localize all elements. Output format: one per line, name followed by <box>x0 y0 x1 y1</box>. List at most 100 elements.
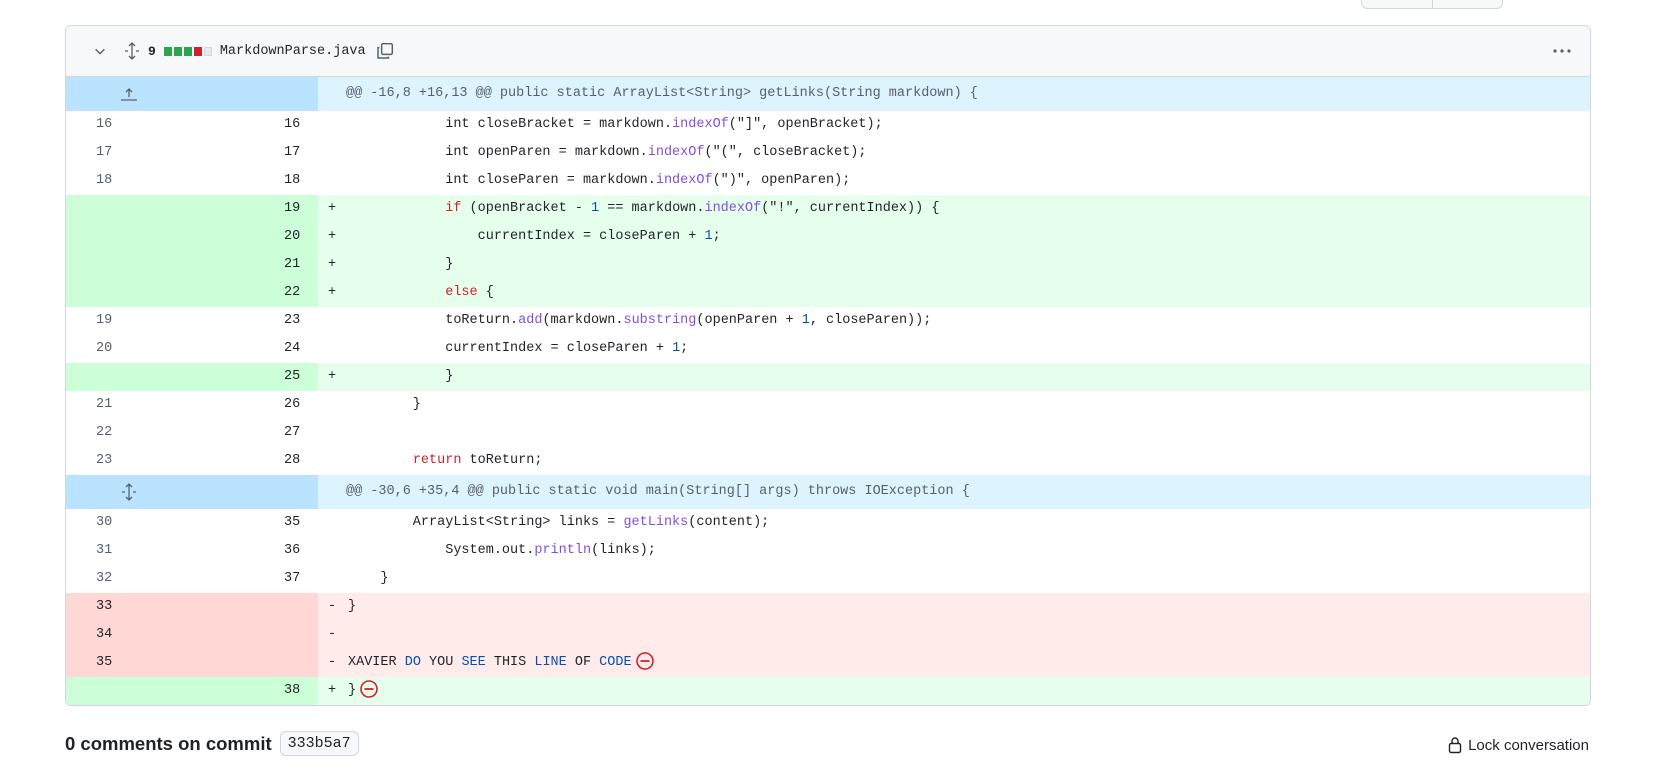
new-line-number[interactable]: 16 <box>192 111 318 139</box>
old-line-number[interactable] <box>66 677 192 705</box>
diff-lines-2: 30 35 ArrayList<String> links = getLinks(… <box>66 509 1590 705</box>
diff-line-ctx: 30 35 ArrayList<String> links = getLinks(… <box>66 509 1590 537</box>
diff-line-ctx: 31 36 System.out.println(links); <box>66 537 1590 565</box>
old-line-number[interactable] <box>66 195 192 223</box>
lock-conversation-button[interactable]: Lock conversation <box>1448 736 1589 754</box>
diff-line-ctx: 20 24 currentIndex = closeParen + 1; <box>66 335 1590 363</box>
diff-marker <box>318 307 348 335</box>
commit-sha[interactable]: 333b5a7 <box>279 731 359 756</box>
diff-marker: + <box>328 369 337 384</box>
diff-line-del: 33 -} <box>66 593 1590 621</box>
new-line-number[interactable]: 38 <box>192 677 318 705</box>
diff-marker: + <box>328 257 337 272</box>
old-line-number[interactable]: 17 <box>66 139 192 167</box>
diff-line-add: 38 +} <box>66 677 1590 705</box>
old-line-number[interactable]: 20 <box>66 335 192 363</box>
code-line: return toReturn; <box>318 447 1590 475</box>
diff-marker: - <box>328 599 337 614</box>
old-line-number[interactable]: 19 <box>66 307 192 335</box>
lock-icon <box>1448 736 1462 754</box>
hunk-header-text: @@ -16,8 +16,13 @@ public static ArrayLi… <box>346 86 978 101</box>
no-newline-icon <box>632 652 655 671</box>
code-line: currentIndex = closeParen + 1; <box>318 335 1590 363</box>
new-line-number[interactable]: 18 <box>192 167 318 195</box>
old-line-number[interactable]: 32 <box>66 565 192 593</box>
old-line-number[interactable]: 23 <box>66 447 192 475</box>
new-line-number[interactable]: 22 <box>192 279 318 307</box>
new-line-number[interactable]: 26 <box>192 391 318 419</box>
code-line: } <box>318 565 1590 593</box>
comments-label: 0 comments on commit <box>65 732 272 754</box>
new-line-number[interactable]: 35 <box>192 509 318 537</box>
diff-marker: - <box>328 655 337 670</box>
old-line-number[interactable] <box>66 251 192 279</box>
diff-line-ctx: 18 18 int closeParen = markdown.indexOf("… <box>66 167 1590 195</box>
diff-marker <box>318 419 348 447</box>
old-line-number[interactable]: 16 <box>66 111 192 139</box>
new-line-number[interactable]: 25 <box>192 363 318 391</box>
old-line-number[interactable]: 33 <box>66 593 192 621</box>
code-line: int closeParen = markdown.indexOf(")", o… <box>318 167 1590 195</box>
expand-icon[interactable] <box>66 475 318 509</box>
diff-marker <box>318 509 348 537</box>
diff-marker: + <box>328 285 337 300</box>
no-newline-icon <box>356 680 379 699</box>
diff-marker: + <box>328 683 337 698</box>
new-line-number[interactable]: 28 <box>192 447 318 475</box>
diff-file: 9 MarkdownParse.java @@ -16,8 +16,13 @@ … <box>65 25 1591 706</box>
diffstat <box>163 46 214 56</box>
top-segmented-control[interactable] <box>1361 0 1503 9</box>
code-line: + if (openBracket - 1 == markdown.indexO… <box>318 195 1590 223</box>
diff-line-ctx: 17 17 int openParen = markdown.indexOf("(… <box>66 139 1590 167</box>
new-line-number[interactable]: 37 <box>192 565 318 593</box>
diffstat-block <box>203 46 212 56</box>
old-line-number[interactable]: 31 <box>66 537 192 565</box>
code-line: System.out.println(links); <box>318 537 1590 565</box>
new-line-number[interactable]: 20 <box>192 223 318 251</box>
diff-marker: - <box>328 627 337 642</box>
old-line-number[interactable]: 35 <box>66 649 192 677</box>
old-line-number[interactable]: 18 <box>66 167 192 195</box>
old-line-number[interactable]: 22 <box>66 419 192 447</box>
diffstat-block <box>173 46 182 56</box>
diff-marker <box>318 111 348 139</box>
diff-line-ctx: 21 26 } <box>66 391 1590 419</box>
file-header: 9 MarkdownParse.java <box>66 26 1590 77</box>
code-line: + } <box>318 363 1590 391</box>
hunk-header: @@ -30,6 +35,4 @@ public static void mai… <box>66 475 1590 509</box>
diff-marker <box>318 565 348 593</box>
diffstat-block <box>183 46 192 56</box>
code-line: + currentIndex = closeParen + 1; <box>318 223 1590 251</box>
new-line-number[interactable]: 17 <box>192 139 318 167</box>
old-line-number[interactable]: 21 <box>66 391 192 419</box>
new-line-number[interactable]: 23 <box>192 307 318 335</box>
diff-marker: + <box>328 201 337 216</box>
old-line-number[interactable] <box>66 279 192 307</box>
chevron-down-icon[interactable] <box>90 41 110 61</box>
old-line-number[interactable]: 30 <box>66 509 192 537</box>
kebab-menu-icon[interactable] <box>1550 48 1574 54</box>
copy-icon[interactable] <box>376 41 396 61</box>
old-line-number[interactable]: 34 <box>66 621 192 649</box>
new-line-number[interactable]: 24 <box>192 335 318 363</box>
expand-up-icon[interactable] <box>66 77 318 111</box>
old-line-number[interactable] <box>66 363 192 391</box>
new-line-number[interactable] <box>192 621 318 649</box>
file-name[interactable]: MarkdownParse.java <box>220 44 366 59</box>
new-line-number[interactable] <box>192 649 318 677</box>
new-line-number[interactable]: 19 <box>192 195 318 223</box>
comments-heading: 0 comments on commit 333b5a7 <box>65 731 359 756</box>
new-line-number[interactable] <box>192 593 318 621</box>
code-line: + else { <box>318 279 1590 307</box>
new-line-number[interactable]: 21 <box>192 251 318 279</box>
change-count: 9 <box>148 43 156 59</box>
diff-marker <box>318 167 348 195</box>
diff-line-ctx: 23 28 return toReturn; <box>66 447 1590 475</box>
diff-line-ctx: 16 16 int closeBracket = markdown.indexOf… <box>66 111 1590 139</box>
new-line-number[interactable]: 36 <box>192 537 318 565</box>
code-line: int closeBracket = markdown.indexOf("]",… <box>318 111 1590 139</box>
diff-line-add: 22 + else { <box>66 279 1590 307</box>
old-line-number[interactable] <box>66 223 192 251</box>
expand-all-icon[interactable] <box>122 41 142 61</box>
new-line-number[interactable]: 27 <box>192 419 318 447</box>
